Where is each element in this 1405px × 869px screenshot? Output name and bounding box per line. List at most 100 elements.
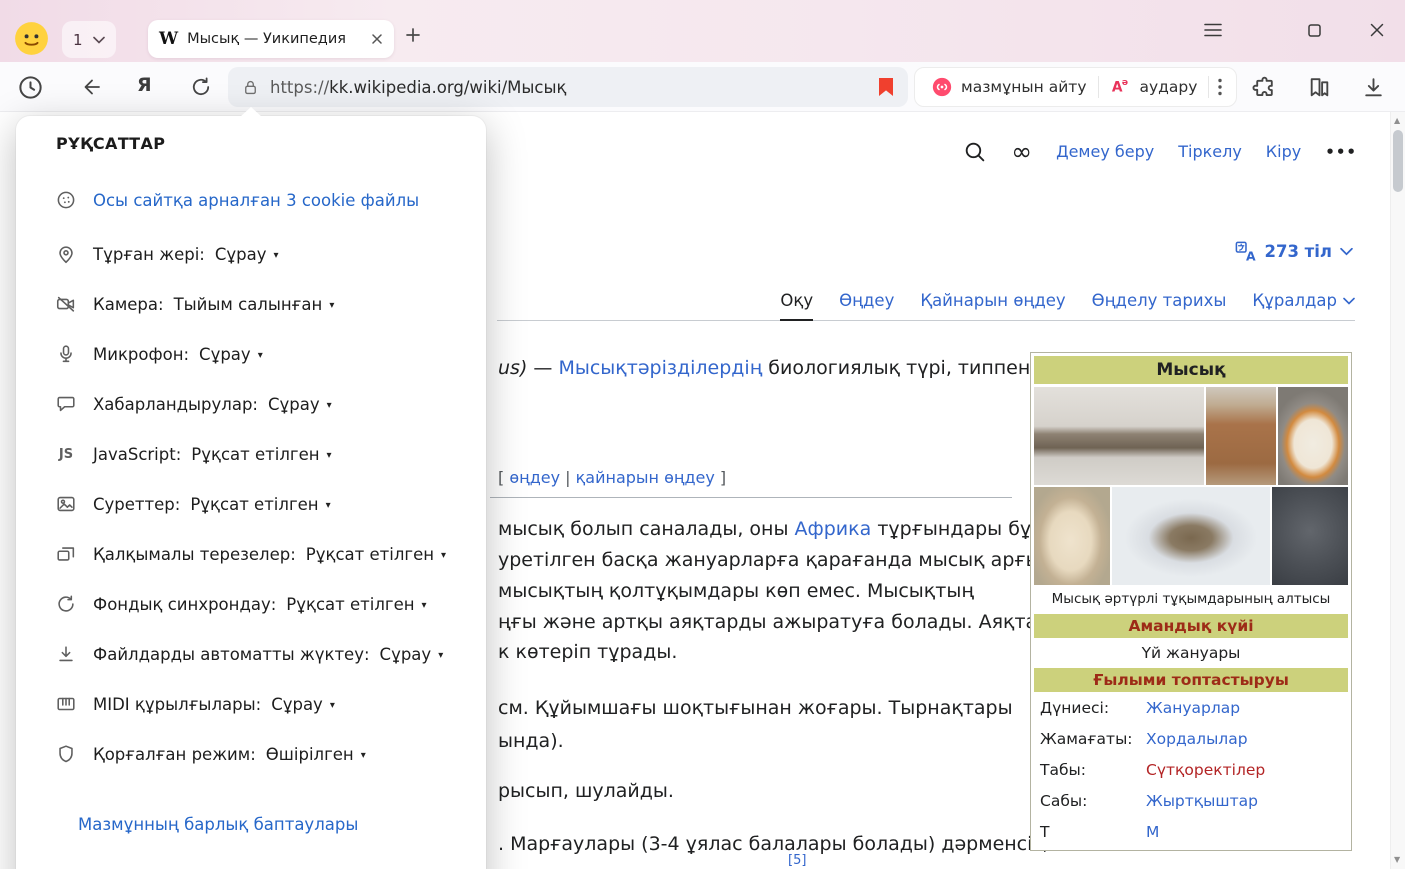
cat-photo-abyssinian[interactable]: [1206, 387, 1276, 485]
camera-off-icon: [54, 293, 78, 315]
dropdown-caret-icon: ▾: [438, 650, 443, 661]
permission-value-dropdown[interactable]: Сұрау▾: [380, 645, 444, 664]
cat-photo-tabby-snow[interactable]: [1112, 487, 1270, 585]
cat-photo-gray[interactable]: [1272, 487, 1348, 585]
profile-avatar[interactable]: [14, 21, 49, 56]
permission-row-protected-mode: Қорғалған режим:Өшірілген▾: [16, 729, 486, 779]
history-button[interactable]: [17, 74, 44, 101]
permission-row-javascript: JS JavaScript:Рұқсат етілген▾: [16, 429, 486, 479]
appearance-icon[interactable]: ∞: [1011, 142, 1032, 162]
permission-value-dropdown[interactable]: Өшірілген▾: [266, 745, 366, 764]
tab-group-label: 1: [73, 31, 83, 49]
chevron-down-icon: [1340, 247, 1353, 256]
tab-read[interactable]: Оқу: [780, 291, 813, 310]
translate-button[interactable]: А ә аудару: [1099, 68, 1209, 106]
scroll-up-icon[interactable]: ▲: [1394, 116, 1400, 125]
more-options-button[interactable]: •••: [1325, 143, 1357, 161]
dropdown-caret-icon: ▾: [327, 450, 332, 461]
cookies-link[interactable]: Осы сайтқа арналған 3 cookie файлы: [93, 191, 419, 210]
site-permissions-panel: РҰҚСАТТАР Осы сайтқа арналған 3 cookie ф…: [16, 116, 486, 869]
tab-edit[interactable]: Өңдеу: [839, 291, 894, 310]
taxonomy-value-link[interactable]: Хордалылар: [1146, 730, 1248, 748]
language-selector-button[interactable]: A 273 тіл: [1234, 240, 1354, 263]
taxonomy-value-link[interactable]: М: [1146, 823, 1159, 841]
taxonomy-value-link[interactable]: Жануарлар: [1146, 699, 1240, 717]
permission-value-dropdown[interactable]: Сұрау▾: [199, 345, 263, 364]
search-icon[interactable]: [962, 139, 987, 164]
permission-value-dropdown[interactable]: Тыйым салынған▾: [174, 295, 335, 314]
bookmark-flag-icon[interactable]: [877, 77, 895, 97]
read-aloud-icon: [931, 76, 953, 98]
tab-close-icon[interactable]: [371, 33, 383, 45]
tab-tools[interactable]: Құралдар: [1252, 291, 1355, 310]
permission-label: MIDI құрылғылары:: [93, 695, 261, 714]
language-icon: A: [1234, 240, 1257, 263]
scrollbar-thumb[interactable]: [1393, 130, 1403, 192]
new-tab-button[interactable]: [405, 27, 421, 43]
translate-label: аудару: [1140, 78, 1198, 96]
permission-value-dropdown[interactable]: Сұрау▾: [268, 395, 332, 414]
cat-photo-tabby-lying[interactable]: [1034, 387, 1204, 485]
cat-photo-white-orange[interactable]: [1278, 387, 1348, 485]
section-edit-source-link[interactable]: қайнарын өңдеу: [576, 468, 715, 487]
permission-label: Микрофон:: [93, 345, 189, 364]
tab-group-chip[interactable]: 1: [62, 21, 116, 58]
dropdown-caret-icon: ▾: [327, 400, 332, 411]
javascript-icon: JS: [54, 447, 78, 462]
wiki-personal-bar: ∞ Демеу беру Тіркелу Кіру •••: [962, 139, 1357, 164]
address-bar-menu-button[interactable]: [1209, 68, 1231, 106]
reload-button[interactable]: [189, 75, 213, 99]
dropdown-caret-icon: ▾: [258, 350, 263, 361]
permission-row-location: Тұрған жері:Сұрау▾: [16, 229, 486, 279]
address-bar[interactable]: https://kk.wikipedia.org/wiki/Мысық: [228, 67, 908, 107]
back-button[interactable]: [80, 75, 104, 99]
tab-title: Мысық — Уикипедия: [187, 31, 362, 47]
article-line: мысық болып саналады, оны Африка тұрғынд…: [498, 518, 1068, 540]
permission-value-dropdown[interactable]: Рұқсат етілген▾: [190, 495, 330, 514]
downloads-button[interactable]: [1361, 75, 1386, 100]
plus-icon: [405, 27, 421, 43]
donate-link[interactable]: Демеу беру: [1056, 142, 1154, 161]
permission-value-dropdown[interactable]: Сұрау▾: [215, 245, 279, 264]
yandex-button[interactable]: Я: [137, 74, 152, 96]
collections-button[interactable]: [1307, 75, 1332, 100]
article-link[interactable]: Африка: [795, 518, 872, 540]
permission-value-dropdown[interactable]: Рұқсат етілген▾: [191, 445, 331, 464]
taxonomy-row: Дүниесі: Жануарлар: [1034, 692, 1348, 723]
lock-icon[interactable]: [241, 78, 260, 97]
taxonomy-row: Жамағаты: Хордалылар: [1034, 723, 1348, 754]
article-link[interactable]: Мысықтәрізділердің: [558, 357, 762, 379]
taxonomy-row: Т М: [1034, 816, 1348, 847]
register-link[interactable]: Тіркелу: [1178, 142, 1242, 161]
tab-history[interactable]: Өңделу тарихы: [1092, 291, 1227, 310]
maximize-button[interactable]: [1301, 17, 1327, 43]
midi-icon: [54, 693, 78, 715]
all-content-settings-link[interactable]: Мазмұнның барлық баптаулары: [78, 815, 358, 834]
permission-label: Камера:: [93, 295, 164, 314]
close-window-button[interactable]: [1364, 17, 1390, 43]
reference-link[interactable]: [5]: [788, 853, 806, 868]
taxonomy-value-redlink[interactable]: Сүтқоректілер: [1146, 761, 1265, 779]
permission-value-dropdown[interactable]: Рұқсат етілген▾: [306, 545, 446, 564]
location-icon: [54, 243, 78, 265]
permission-value-dropdown[interactable]: Сұрау▾: [271, 695, 335, 714]
toolbar-actions: мазмұнын айту А ә аудару: [914, 67, 1237, 107]
popups-icon: [54, 543, 78, 565]
wiki-article-tabs: Оқу Өңдеу Қайнарын өңдеу Өңделу тарихы Қ…: [497, 291, 1355, 321]
back-arrow-icon: [80, 75, 104, 99]
page-scrollbar[interactable]: ▲ ▼: [1390, 112, 1405, 869]
cat-photo-cream[interactable]: [1034, 487, 1110, 585]
kebab-menu-icon: [1218, 78, 1222, 96]
tab-edit-source[interactable]: Қайнарын өңдеу: [920, 291, 1065, 310]
window-menu-button[interactable]: [1200, 17, 1226, 43]
url-text[interactable]: https://kk.wikipedia.org/wiki/Мысық: [270, 78, 567, 97]
taxonomy-value-link[interactable]: Жыртқыштар: [1146, 792, 1258, 810]
login-link[interactable]: Кіру: [1266, 142, 1301, 161]
extensions-button[interactable]: [1252, 75, 1277, 100]
read-aloud-button[interactable]: мазмұнын айту: [920, 68, 1098, 106]
browser-tab[interactable]: W Мысық — Уикипедия: [148, 20, 394, 58]
chevron-down-icon: [93, 36, 105, 44]
permission-value-dropdown[interactable]: Рұқсат етілген▾: [286, 595, 426, 614]
section-edit-link[interactable]: өңдеу: [509, 468, 560, 487]
scroll-down-icon[interactable]: ▼: [1394, 855, 1400, 864]
